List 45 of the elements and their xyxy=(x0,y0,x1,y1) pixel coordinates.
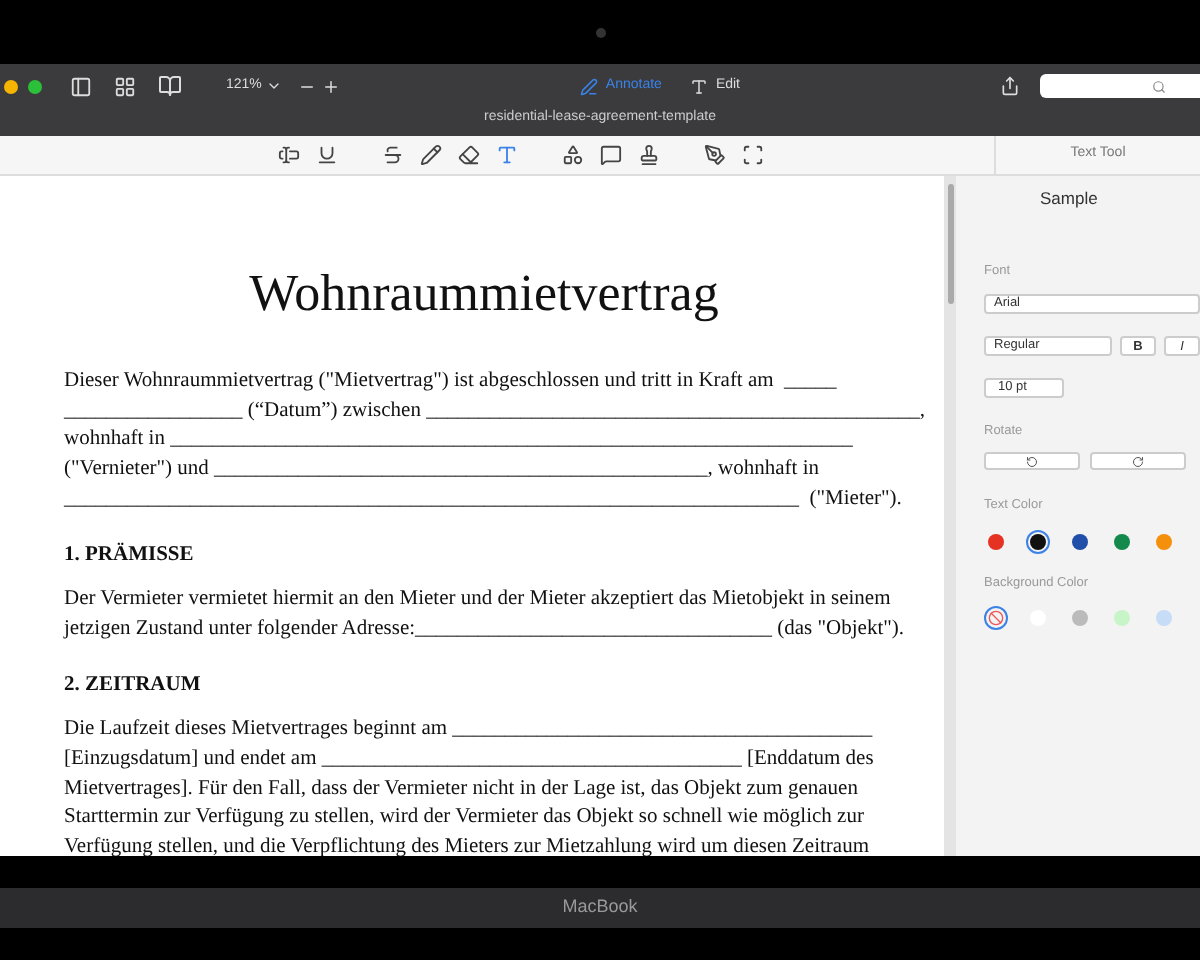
zoom-in-icon[interactable] xyxy=(321,77,340,95)
text-box-icon[interactable] xyxy=(278,144,300,166)
stamp-icon[interactable] xyxy=(638,144,660,166)
document-title: Wohnraummietvertrag xyxy=(247,268,721,320)
camera-icon xyxy=(595,27,605,37)
text-tool-icon[interactable] xyxy=(496,144,518,166)
no-color-icon xyxy=(988,609,1004,626)
minimize-button[interactable] xyxy=(4,79,18,93)
text-cursor-icon xyxy=(689,77,708,95)
text-line: Mietvertrages]. Für den Fall, dass der Vermieter nicht in der Lage ist, das Objekt zum genauen xyxy=(64,775,860,804)
text-line: wohnhaft in _________________________________________________________________ xyxy=(64,426,855,455)
chevron-icon[interactable] xyxy=(265,78,282,94)
text-line: jetzigen Zustand unter folgender Adresse:__________________________________ (das "Objekt"). xyxy=(64,615,907,644)
device-label: MacBook xyxy=(562,894,638,921)
sidebar-icon[interactable] xyxy=(70,75,92,97)
no-color-swatch[interactable] xyxy=(984,605,1008,630)
pen-icon[interactable] xyxy=(704,144,726,166)
section-heading: 1. PRÄMISSE xyxy=(64,541,196,570)
pencil-icon[interactable] xyxy=(420,144,442,166)
section-heading: 2. ZEITRAUM xyxy=(64,671,203,700)
text-line: _________________ (“Datum”) zwischen _______________________________________________, xyxy=(64,397,925,426)
book-icon[interactable] xyxy=(158,74,182,98)
pen-icon xyxy=(579,77,598,95)
text-line: ("Vernieter") und _______________________________________________, wohnhaft in xyxy=(64,456,821,485)
comment-icon[interactable] xyxy=(600,144,622,166)
share-icon[interactable] xyxy=(1000,76,1020,96)
text-line: Starttermin zur Verfügung zu stellen, wird der Vermieter das Objekt so schnell wie möglich zur xyxy=(64,804,866,833)
scrollbar[interactable] xyxy=(947,184,954,304)
text-line: Der Vermieter vermietet hiermit an den Mieter und der Mieter akzeptiert das Mietobjekt in seinem xyxy=(64,586,893,615)
grid-icon[interactable] xyxy=(114,75,136,97)
text-line: [Einzugsdatum] und endet am ________________________________________ [Enddatum des xyxy=(64,746,876,775)
selection-icon[interactable] xyxy=(742,144,764,166)
shapes-icon[interactable] xyxy=(562,144,584,166)
underline-icon[interactable] xyxy=(316,144,338,166)
text-line: Die Laufzeit dieses Mietvertrages beginnt am ________________________________________ xyxy=(64,716,875,745)
text-line: Dieser Wohnraummietvertrag ("Mietvertrag") ist abgeschlossen und tritt in Kraft am _____ xyxy=(64,368,839,396)
zoom-button[interactable] xyxy=(28,79,42,93)
text-line: ______________________________________________________________________ ("Mieter"). xyxy=(64,485,904,514)
eraser-icon[interactable] xyxy=(458,144,480,166)
strikethrough-icon[interactable] xyxy=(382,144,404,166)
rotate-right-icon xyxy=(1132,455,1144,468)
sample-text: Sample xyxy=(1040,186,1100,212)
search-field[interactable] xyxy=(1040,74,1200,98)
search-icon xyxy=(1152,79,1166,93)
rotate-left-icon xyxy=(1026,455,1038,468)
